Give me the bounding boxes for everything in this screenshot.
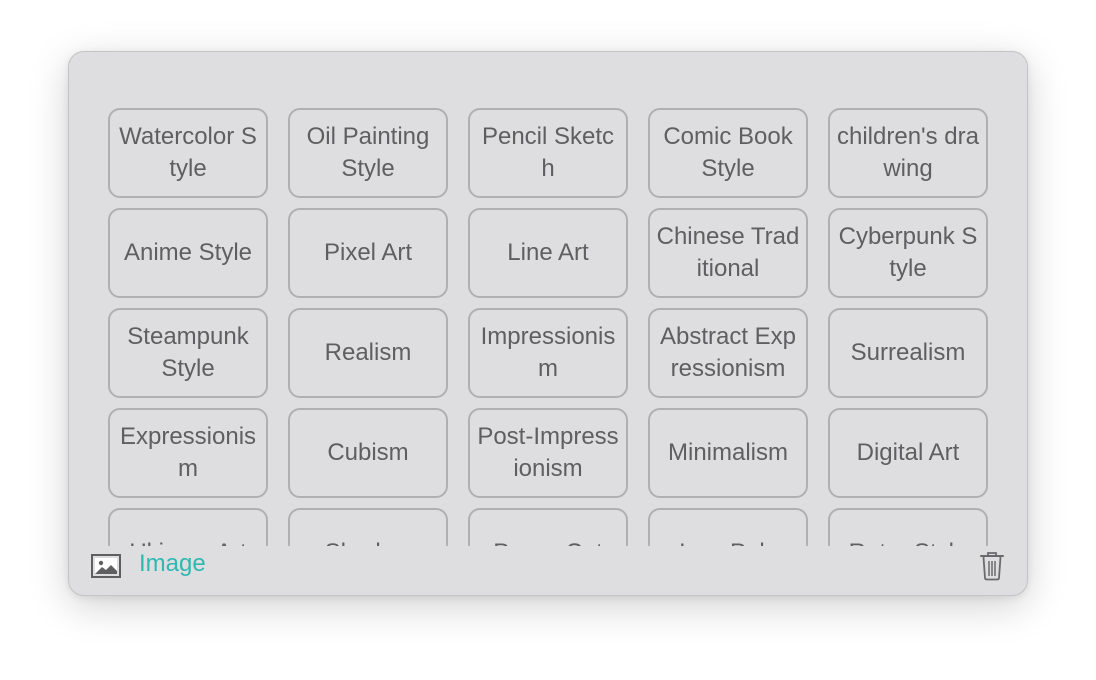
style-option-label: Ukiyo-e Art	[129, 537, 246, 546]
style-option-label: Post-Impressionism	[477, 423, 619, 482]
style-grid: Watercolor Style Oil Painting Style Penc…	[108, 108, 988, 546]
style-option-label: Low Poly	[679, 537, 776, 546]
style-option-label: Pencil Sketch	[481, 123, 615, 182]
style-option-label: children's drawing	[837, 123, 979, 182]
style-option-impressionism[interactable]: Impressionism	[468, 308, 628, 398]
style-option-label: Expressionism	[119, 423, 257, 482]
style-option-label: Watercolor Style	[119, 123, 257, 182]
style-option-label: Cubism	[327, 439, 409, 466]
style-option-label: Comic Book Style	[663, 123, 793, 182]
trash-icon[interactable]	[979, 551, 1005, 581]
style-option-post-impressionism[interactable]: Post-Impressionism	[468, 408, 628, 498]
style-grid-scroll-area[interactable]: Watercolor Style Oil Painting Style Penc…	[69, 52, 1027, 546]
style-option-watercolor[interactable]: Watercolor Style	[108, 108, 268, 198]
style-option-shadow[interactable]: Shadow	[288, 508, 448, 546]
style-option-label: Paper-Cut	[493, 537, 602, 546]
style-option-label: Shadow	[325, 537, 412, 546]
image-button[interactable]: Image	[139, 550, 206, 578]
style-option-label: Minimalism	[668, 439, 788, 466]
style-option-label: Realism	[324, 339, 412, 366]
panel-footer: Image	[69, 546, 1027, 595]
style-option-paper-cut[interactable]: Paper-Cut	[468, 508, 628, 546]
style-option-pencil-sketch[interactable]: Pencil Sketch	[468, 108, 628, 198]
style-option-label: Steampunk Style	[127, 323, 249, 382]
style-picker-panel: Watercolor Style Oil Painting Style Penc…	[68, 51, 1028, 596]
style-option-abstract-expressionism[interactable]: Abstract Expressionism	[648, 308, 808, 398]
style-option-label: Surrealism	[850, 339, 966, 366]
style-option-minimalism[interactable]: Minimalism	[648, 408, 808, 498]
style-option-label: Anime Style	[123, 239, 253, 266]
style-option-label: Pixel Art	[323, 239, 413, 266]
style-option-cubism[interactable]: Cubism	[288, 408, 448, 498]
style-option-label: Retro Style	[849, 537, 968, 546]
style-option-ukiyo-e[interactable]: Ukiyo-e Art	[108, 508, 268, 546]
style-option-cyberpunk[interactable]: Cyberpunk Style	[828, 208, 988, 298]
image-icon[interactable]	[91, 554, 121, 578]
style-option-label: Cyberpunk Style	[838, 223, 978, 282]
style-option-pixel-art[interactable]: Pixel Art	[288, 208, 448, 298]
style-option-label: Line Art	[507, 239, 589, 266]
style-option-low-poly[interactable]: Low Poly	[648, 508, 808, 546]
style-option-label: Oil Painting Style	[306, 123, 430, 182]
style-option-label: Impressionism	[480, 323, 616, 382]
style-option-anime[interactable]: Anime Style	[108, 208, 268, 298]
style-option-line-art[interactable]: Line Art	[468, 208, 628, 298]
style-option-surrealism[interactable]: Surrealism	[828, 308, 988, 398]
style-option-childrens-drawing[interactable]: children's drawing	[828, 108, 988, 198]
style-option-retro[interactable]: Retro Style	[828, 508, 988, 546]
style-option-expressionism[interactable]: Expressionism	[108, 408, 268, 498]
style-option-label: Chinese Traditional	[656, 223, 800, 282]
style-option-digital-art[interactable]: Digital Art	[828, 408, 988, 498]
style-option-label: Abstract Expressionism	[659, 323, 797, 382]
style-option-steampunk[interactable]: Steampunk Style	[108, 308, 268, 398]
style-option-chinese-traditional[interactable]: Chinese Traditional	[648, 208, 808, 298]
style-option-label: Digital Art	[856, 439, 960, 466]
style-option-comic-book[interactable]: Comic Book Style	[648, 108, 808, 198]
style-option-oil-painting[interactable]: Oil Painting Style	[288, 108, 448, 198]
style-option-realism[interactable]: Realism	[288, 308, 448, 398]
